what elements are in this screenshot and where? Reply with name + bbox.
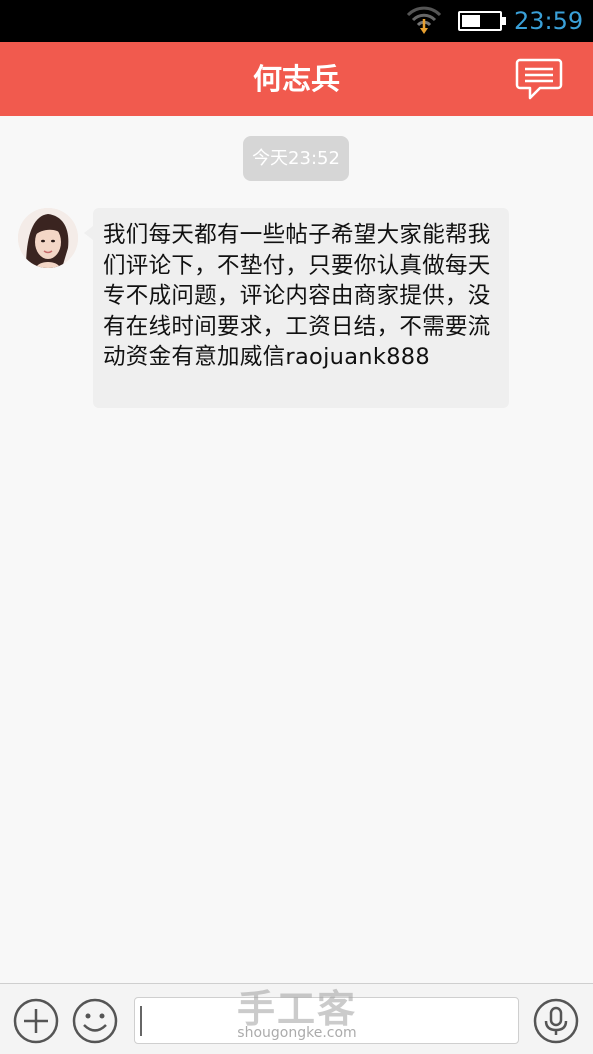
message-text: 我们每天都有一些帖子希望大家能帮我们评论下，不垫付，只要你认真做每天专不成问题，…: [103, 222, 491, 370]
microphone-icon[interactable]: [531, 996, 581, 1046]
wifi-icon: [406, 6, 442, 34]
page-title: 何志兵: [252, 62, 340, 96]
battery-icon: [458, 11, 506, 31]
plus-icon[interactable]: [11, 996, 61, 1046]
chat-header: 何志兵: [0, 42, 593, 116]
message-icon[interactable]: [514, 56, 564, 102]
status-bar: 23:59: [0, 0, 593, 42]
avatar-image: [18, 208, 78, 268]
avatar[interactable]: [18, 208, 78, 268]
message-timestamp: 今天23:52: [243, 136, 349, 181]
message-bubble[interactable]: 我们每天都有一些帖子希望大家能帮我们评论下，不垫付，只要你认真做每天专不成问题，…: [84, 208, 509, 408]
status-time: 23:59: [514, 7, 584, 35]
emoji-icon[interactable]: [70, 996, 120, 1046]
text-cursor: [140, 1006, 142, 1036]
watermark-url: shougongke.com: [237, 1025, 357, 1041]
